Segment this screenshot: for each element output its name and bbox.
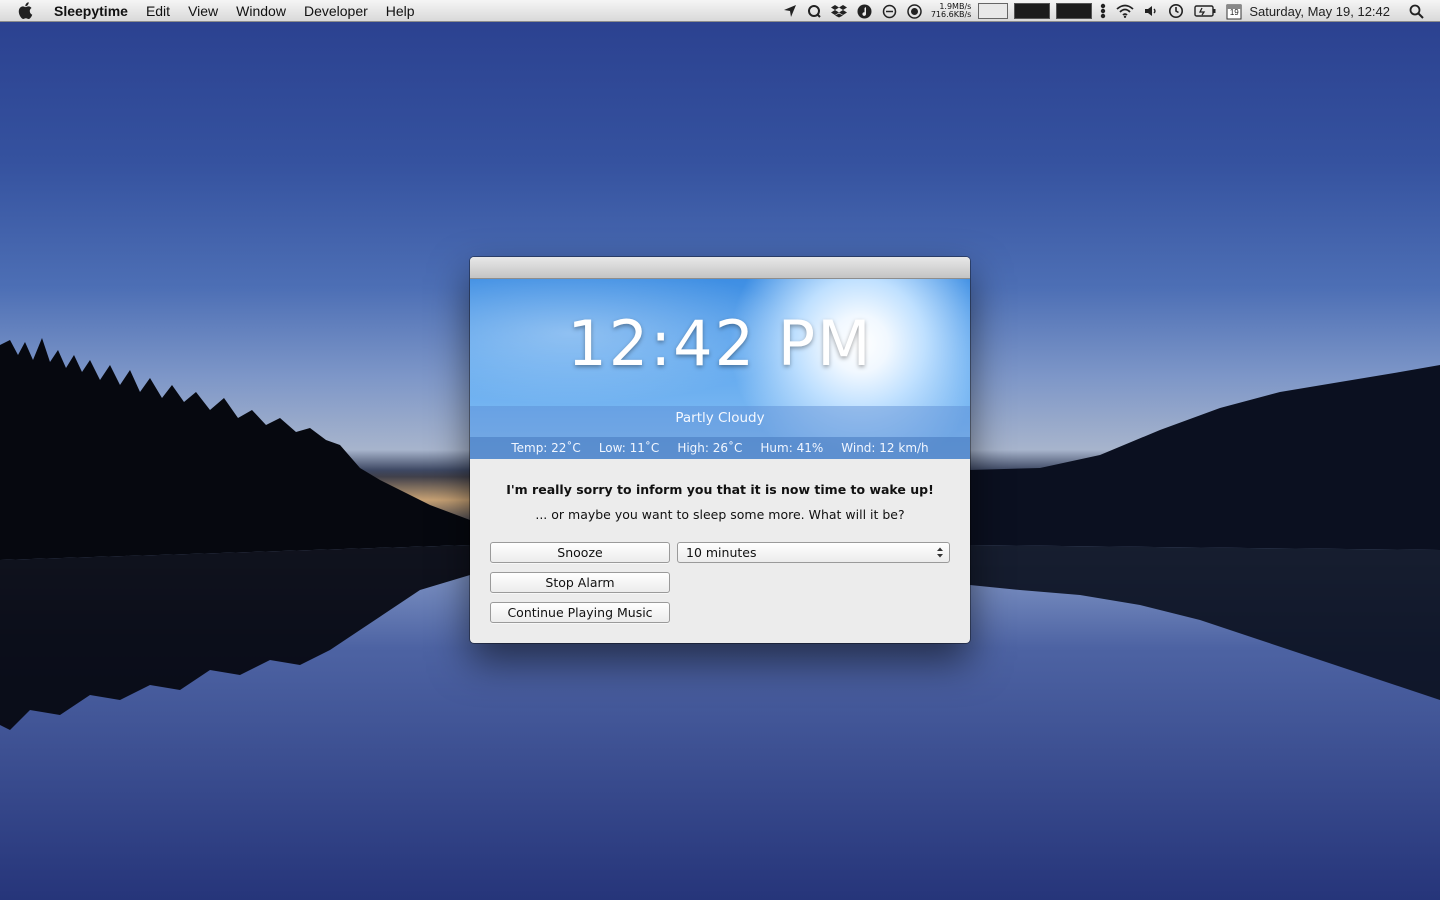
more-dots-icon[interactable] xyxy=(1100,0,1106,22)
weather-high: High: 26˚C xyxy=(677,441,743,455)
snooze-duration-select[interactable]: 10 minutes xyxy=(677,542,950,563)
wake-message: I'm really sorry to inform you that it i… xyxy=(506,482,934,497)
cpu-graph-icon[interactable] xyxy=(978,3,1009,19)
weather-humidity: Hum: 41% xyxy=(760,441,824,455)
menu-edit[interactable]: Edit xyxy=(146,3,170,19)
calendar-icon[interactable]: 19 xyxy=(1226,0,1242,22)
clock-display: 12:42 PM xyxy=(567,307,873,380)
location-arrow-icon[interactable] xyxy=(783,0,797,22)
stop-alarm-button[interactable]: Stop Alarm xyxy=(490,572,670,593)
spotlight-icon[interactable] xyxy=(1409,0,1424,22)
network-up: 716.6KB/s xyxy=(930,10,972,19)
menu-developer[interactable]: Developer xyxy=(304,3,368,19)
weather-panel: 12:42 PM Partly Cloudy Temp: 22˚C Low: 1… xyxy=(470,279,970,459)
weather-wind: Wind: 12 km/h xyxy=(841,441,929,455)
do-not-disturb-icon[interactable] xyxy=(882,0,897,22)
apple-menu-icon[interactable] xyxy=(18,2,36,20)
menu-window[interactable]: Window xyxy=(236,3,286,19)
network-speed: 1.9MB/s 716.6KB/s xyxy=(931,3,972,19)
sleep-more-message: ... or maybe you want to sleep some more… xyxy=(535,507,905,522)
continue-music-button[interactable]: Continue Playing Music xyxy=(490,602,670,623)
menu-extras: 1.9MB/s 716.6KB/s 19 Saturday, May 19, 1… xyxy=(778,0,1440,22)
menu-bar: Sleepytime Edit View Window Developer He… xyxy=(0,0,1440,22)
dropbox-icon[interactable] xyxy=(830,0,847,22)
record-icon[interactable] xyxy=(907,0,922,22)
snooze-duration-value: 10 minutes xyxy=(686,545,757,560)
alarm-window: 12:42 PM Partly Cloudy Temp: 22˚C Low: 1… xyxy=(470,257,970,643)
battery-icon[interactable] xyxy=(1194,0,1216,22)
window-titlebar[interactable] xyxy=(470,257,970,279)
menubar-clock[interactable]: Saturday, May 19, 12:42 xyxy=(1249,4,1390,19)
music-note-icon[interactable] xyxy=(857,0,872,22)
select-arrows-icon xyxy=(937,547,943,558)
search-app-icon[interactable] xyxy=(807,0,821,22)
time-machine-icon[interactable] xyxy=(1168,0,1184,22)
wifi-icon[interactable] xyxy=(1116,0,1134,22)
menu-view[interactable]: View xyxy=(188,3,218,19)
snooze-button[interactable]: Snooze xyxy=(490,542,670,563)
weather-temp: Temp: 22˚C xyxy=(511,441,581,455)
weather-condition: Partly Cloudy xyxy=(675,410,765,426)
menu-help[interactable]: Help xyxy=(386,3,415,19)
weather-stats: Temp: 22˚C Low: 11˚C High: 26˚C Hum: 41%… xyxy=(470,437,970,459)
alarm-content: I'm really sorry to inform you that it i… xyxy=(470,459,970,642)
menu-app-name[interactable]: Sleepytime xyxy=(54,3,128,19)
memory-graph-icon[interactable] xyxy=(1014,3,1051,19)
weather-low: Low: 11˚C xyxy=(598,441,660,455)
calendar-day: 19 xyxy=(1229,8,1239,17)
network-graph-icon[interactable] xyxy=(1056,3,1093,19)
volume-icon[interactable] xyxy=(1144,0,1158,22)
